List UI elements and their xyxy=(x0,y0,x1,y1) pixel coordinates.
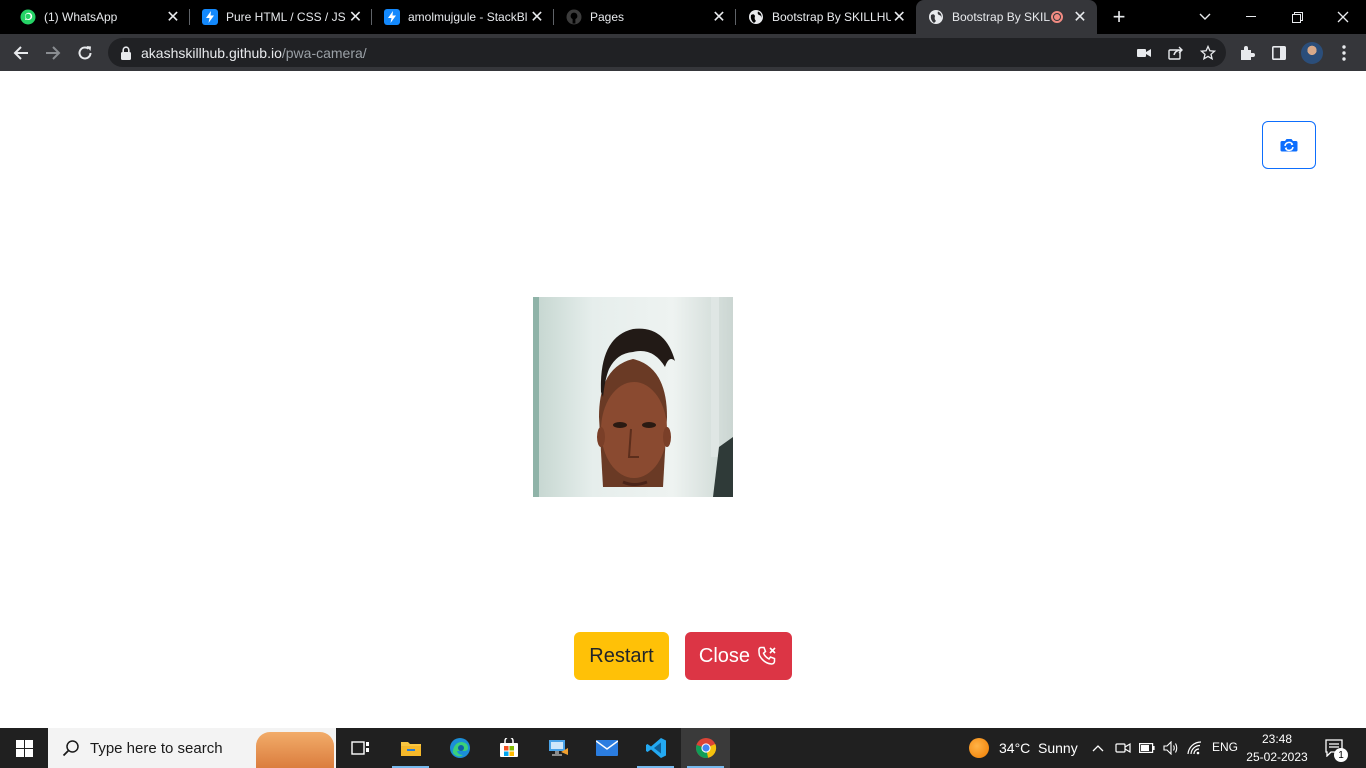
notification-count-badge: 1 xyxy=(1334,748,1348,762)
forward-button[interactable] xyxy=(38,38,68,68)
share-icon[interactable] xyxy=(1168,45,1184,61)
new-tab-button[interactable]: + xyxy=(1106,4,1132,30)
tab-bootstrap-1[interactable]: Bootstrap By SKILLHU ✕ xyxy=(736,0,916,34)
telephone-x-icon xyxy=(756,645,778,667)
windows-logo-icon xyxy=(15,739,33,757)
close-tab-icon[interactable]: ✕ xyxy=(891,8,908,26)
close-label: Close xyxy=(698,644,751,667)
stackblitz-icon xyxy=(384,9,400,25)
page-viewport: Restart Close xyxy=(0,71,1366,728)
url-path: /pwa-camera/ xyxy=(281,44,367,61)
wifi-icon[interactable] xyxy=(1187,740,1203,756)
tab-title: (1) WhatsApp xyxy=(44,10,118,24)
close-tab-icon[interactable]: ✕ xyxy=(710,8,728,26)
close-tab-icon[interactable]: ✕ xyxy=(347,8,364,26)
minimize-button[interactable] xyxy=(1228,0,1274,34)
reload-button[interactable] xyxy=(70,38,100,68)
tab-amolmujgule[interactable]: amolmujgule - StackBl ✕ xyxy=(372,0,554,34)
tab-title: Bootstrap By SKILLHU xyxy=(772,10,891,24)
side-panel-icon[interactable] xyxy=(1268,42,1290,64)
tab-title: Pure HTML / CSS / JS ( xyxy=(226,10,347,24)
close-tab-icon[interactable]: ✕ xyxy=(1071,8,1089,26)
restart-button[interactable]: Restart xyxy=(574,632,669,680)
tab-bootstrap-active[interactable]: Bootstrap By SKIL ✕ xyxy=(916,0,1097,34)
edge-icon[interactable] xyxy=(435,728,484,768)
globe-icon xyxy=(748,9,764,25)
close-camera-button[interactable]: Close xyxy=(685,632,792,680)
task-view-icon[interactable] xyxy=(336,728,385,768)
camera-flip-icon xyxy=(1279,137,1299,153)
restart-label: Restart xyxy=(589,644,654,667)
restore-button[interactable] xyxy=(1274,0,1320,34)
extensions-icon[interactable] xyxy=(1236,42,1258,64)
meet-now-icon[interactable] xyxy=(1115,740,1131,756)
show-hidden-icons-chevron-icon[interactable] xyxy=(1090,740,1106,756)
battery-icon[interactable] xyxy=(1139,740,1155,756)
back-button[interactable] xyxy=(6,38,36,68)
search-icon xyxy=(62,739,80,757)
clock-time: 23:48 xyxy=(1261,732,1293,746)
weather-temp[interactable]: 34°C xyxy=(999,740,1030,756)
close-window-button[interactable] xyxy=(1320,0,1366,34)
camera-preview-image xyxy=(533,297,733,497)
network-app-icon[interactable] xyxy=(533,728,582,768)
stackblitz-icon xyxy=(202,9,218,25)
menu-kebab-icon[interactable] xyxy=(1333,42,1355,64)
tab-pure-html[interactable]: Pure HTML / CSS / JS ( ✕ xyxy=(190,0,372,34)
recording-indicator-icon xyxy=(1051,11,1063,23)
windows-taskbar: Type here to search 34°C Sunny ENG 23:48… xyxy=(0,728,1366,768)
search-highlight-illustration xyxy=(256,732,334,768)
vscode-icon[interactable] xyxy=(631,728,680,768)
volume-icon[interactable] xyxy=(1163,740,1179,756)
tab-title: Pages xyxy=(590,10,625,24)
clock-date: 25-02-2023 xyxy=(1246,750,1308,764)
tab-pages[interactable]: Pages ✕ xyxy=(554,0,736,34)
tab-strip: (1) WhatsApp ✕ Pure HTML / CSS / JS ( ✕ … xyxy=(0,0,1366,34)
weather-condition[interactable]: Sunny xyxy=(1038,740,1078,756)
camera-in-use-icon[interactable] xyxy=(1136,45,1152,61)
tab-title: Bootstrap By SKIL xyxy=(952,10,1051,24)
whatsapp-icon xyxy=(20,9,36,25)
mail-icon[interactable] xyxy=(582,728,631,768)
tab-title: amolmujgule - StackBl xyxy=(408,10,528,24)
store-icon[interactable] xyxy=(484,728,533,768)
chrome-icon[interactable] xyxy=(681,728,730,768)
profile-avatar[interactable] xyxy=(1301,42,1323,64)
tab-search-icon[interactable] xyxy=(1182,0,1228,34)
file-explorer-icon[interactable] xyxy=(386,728,435,768)
url-host: akashskillhub.github.io xyxy=(141,44,282,61)
address-bar[interactable]: akashskillhub.github.io/pwa-camera/ xyxy=(108,38,1226,67)
language-indicator[interactable]: ENG xyxy=(1212,740,1238,754)
globe-icon xyxy=(928,9,944,25)
close-tab-icon[interactable]: ✕ xyxy=(528,8,546,26)
taskbar-clock[interactable]: 23:48 25-02-2023 xyxy=(1236,730,1318,766)
bookmark-star-icon[interactable] xyxy=(1200,45,1216,61)
search-placeholder: Type here to search xyxy=(90,739,223,757)
tab-whatsapp[interactable]: (1) WhatsApp ✕ xyxy=(8,0,190,34)
switch-camera-button[interactable] xyxy=(1262,121,1316,169)
browser-toolbar: akashskillhub.github.io/pwa-camera/ xyxy=(0,34,1366,71)
weather-sun-icon[interactable] xyxy=(969,738,989,758)
lock-icon[interactable] xyxy=(120,45,132,60)
start-button[interactable] xyxy=(0,728,48,768)
github-icon xyxy=(566,9,582,25)
notification-center-button[interactable]: 1 xyxy=(1322,736,1348,762)
camera-video-feed xyxy=(533,297,733,497)
close-tab-icon[interactable]: ✕ xyxy=(164,8,182,26)
